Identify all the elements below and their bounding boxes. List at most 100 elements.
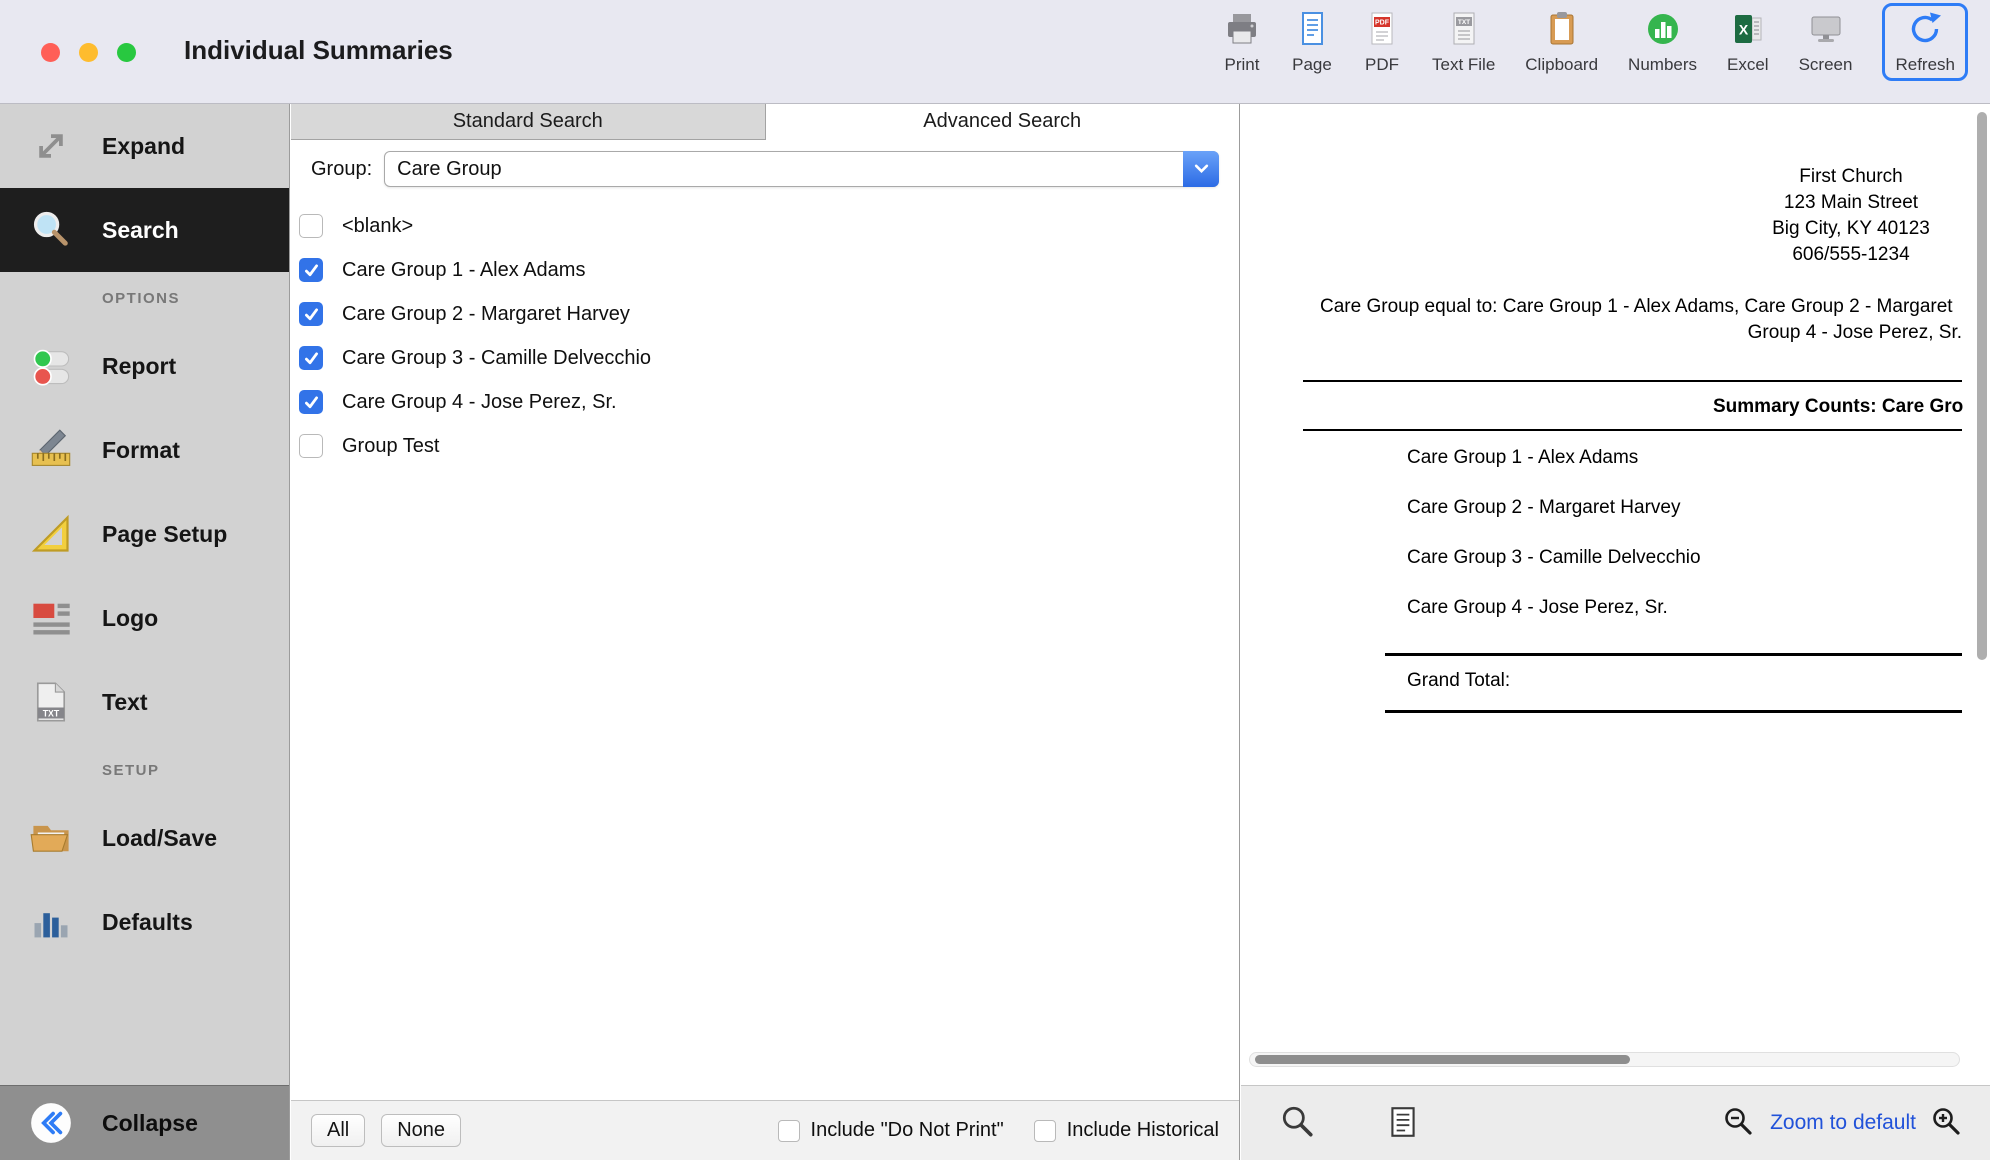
svg-text:TXT: TXT xyxy=(1457,19,1469,26)
tab-standard-search[interactable]: Standard Search xyxy=(291,104,766,140)
zoom-to-default-link[interactable]: Zoom to default xyxy=(1770,1111,1916,1135)
zoom-out-button[interactable] xyxy=(1722,1105,1756,1142)
sidebar-search-label: Search xyxy=(102,217,179,244)
none-button[interactable]: None xyxy=(381,1114,461,1147)
close-window-button[interactable] xyxy=(41,43,60,62)
sidebar-item-page-setup[interactable]: Page Setup xyxy=(0,492,289,576)
sidebar-format-label: Format xyxy=(102,437,180,464)
export-toolbar: Print Page PDF PDF TXT Text File Clipboa… xyxy=(1222,9,1968,81)
checkbox-checked[interactable] xyxy=(299,346,323,370)
footer-checkboxes: Include "Do Not Print" Include Historica… xyxy=(778,1119,1219,1142)
svg-text:PDF: PDF xyxy=(1375,20,1390,27)
pdf-button[interactable]: PDF PDF xyxy=(1362,9,1402,75)
expand-icon xyxy=(20,124,82,168)
checkbox-unchecked[interactable] xyxy=(1034,1120,1056,1142)
svg-text:X: X xyxy=(1739,22,1749,38)
report-divider xyxy=(1303,380,1962,382)
tab-advanced-search[interactable]: Advanced Search xyxy=(766,104,1240,140)
checkbox-unchecked[interactable] xyxy=(299,214,323,238)
txt-page-icon: TXT xyxy=(20,680,82,724)
vertical-scrollbar-thumb[interactable] xyxy=(1977,112,1987,660)
refresh-button[interactable]: Refresh xyxy=(1882,3,1968,81)
report-criteria-line2: Group 4 - Jose Perez, Sr. xyxy=(1241,322,1962,344)
group-dropdown[interactable]: Care Group xyxy=(384,151,1219,187)
search-footer: All None Include "Do Not Print" Include … xyxy=(291,1100,1239,1160)
checkbox-checked[interactable] xyxy=(299,390,323,414)
preview-footer: Zoom to default xyxy=(1241,1085,1990,1160)
sidebar-item-format[interactable]: Format xyxy=(0,408,289,492)
zoom-in-button[interactable] xyxy=(1930,1105,1964,1142)
magnifier-tool-button[interactable] xyxy=(1279,1104,1315,1143)
sidebar-item-text[interactable]: TXT Text xyxy=(0,660,289,744)
excel-icon: X xyxy=(1728,9,1768,52)
report-section-title: Summary Counts: Care Gro xyxy=(1713,396,1963,418)
include-historical-option[interactable]: Include Historical xyxy=(1034,1119,1219,1142)
bar-chart-icon xyxy=(20,900,82,944)
zoom-window-button[interactable] xyxy=(117,43,136,62)
option-row-care-group-3[interactable]: Care Group 3 - Camille Delvecchio xyxy=(291,336,1239,380)
group-row: Group: Care Group xyxy=(291,140,1239,198)
page-view-button[interactable] xyxy=(1385,1104,1421,1143)
option-row-care-group-2[interactable]: Care Group 2 - Margaret Harvey xyxy=(291,292,1239,336)
numbers-icon xyxy=(1643,9,1683,52)
clipboard-label: Clipboard xyxy=(1525,55,1598,75)
format-ruler-icon xyxy=(20,428,82,472)
numbers-button[interactable]: Numbers xyxy=(1628,9,1697,75)
sidebar-load-save-label: Load/Save xyxy=(102,825,217,852)
report-row: Care Group 2 - Margaret Harvey xyxy=(1407,497,1681,519)
include-historical-label: Include Historical xyxy=(1067,1119,1219,1142)
minimize-window-button[interactable] xyxy=(79,43,98,62)
sidebar-item-expand[interactable]: Expand xyxy=(0,104,289,188)
include-do-not-print-option[interactable]: Include "Do Not Print" xyxy=(778,1119,1004,1142)
sidebar-collapse[interactable]: Collapse xyxy=(0,1085,289,1160)
checkbox-checked[interactable] xyxy=(299,258,323,282)
sidebar-item-report[interactable]: Report xyxy=(0,324,289,408)
excel-button[interactable]: X Excel xyxy=(1727,9,1769,75)
sidebar-text-label: Text xyxy=(102,689,148,716)
clipboard-button[interactable]: Clipboard xyxy=(1525,9,1598,75)
checkbox-unchecked[interactable] xyxy=(299,434,323,458)
screen-button[interactable]: Screen xyxy=(1799,9,1853,75)
text-file-button[interactable]: TXT Text File xyxy=(1432,9,1495,75)
print-button[interactable]: Print xyxy=(1222,9,1262,75)
report-divider xyxy=(1303,429,1962,431)
option-row-care-group-4[interactable]: Care Group 4 - Jose Perez, Sr. xyxy=(291,380,1239,424)
checkbox-unchecked[interactable] xyxy=(778,1120,800,1142)
option-row-group-test[interactable]: Group Test xyxy=(291,424,1239,468)
sidebar-options-header: OPTIONS xyxy=(0,272,289,324)
zoom-in-icon xyxy=(1930,1105,1964,1142)
option-row-care-group-1[interactable]: Care Group 1 - Alex Adams xyxy=(291,248,1239,292)
screen-label: Screen xyxy=(1799,55,1853,75)
search-panel: Standard Search Advanced Search Group: C… xyxy=(291,104,1240,1160)
sidebar-item-logo[interactable]: Logo xyxy=(0,576,289,660)
zoom-controls: Zoom to default xyxy=(1722,1105,1964,1142)
report-row: Care Group 1 - Alex Adams xyxy=(1407,447,1638,469)
numbers-label: Numbers xyxy=(1628,55,1697,75)
screen-icon xyxy=(1806,9,1846,52)
sidebar-item-load-save[interactable]: Load/Save xyxy=(0,796,289,880)
svg-text:TXT: TXT xyxy=(43,708,60,718)
sidebar-collapse-label: Collapse xyxy=(102,1110,198,1137)
page-button[interactable]: Page xyxy=(1292,9,1332,75)
option-label: Care Group 1 - Alex Adams xyxy=(342,259,585,282)
sidebar-item-search[interactable]: Search xyxy=(0,188,289,272)
grand-total-label: Grand Total: xyxy=(1407,670,1510,692)
report-total-divider xyxy=(1385,710,1962,713)
sidebar-item-defaults[interactable]: Defaults xyxy=(0,880,289,964)
report-total-divider xyxy=(1385,653,1962,656)
address-line: 123 Main Street xyxy=(1701,190,1990,216)
excel-label: Excel xyxy=(1727,55,1769,75)
sidebar-setup-header: SETUP xyxy=(0,744,289,796)
text-file-icon: TXT xyxy=(1444,9,1484,52)
option-label: Care Group 3 - Camille Delvecchio xyxy=(342,347,651,370)
group-dropdown-button[interactable] xyxy=(1183,151,1219,187)
option-row-blank[interactable]: <blank> xyxy=(291,204,1239,248)
title-bar: Individual Summaries Print Page PDF PDF … xyxy=(0,0,1990,104)
sidebar-expand-label: Expand xyxy=(102,133,185,160)
checkbox-checked[interactable] xyxy=(299,302,323,326)
all-button[interactable]: All xyxy=(311,1114,365,1147)
report-criteria-line1: Care Group equal to: Care Group 1 - Alex… xyxy=(1320,296,1953,318)
horizontal-scrollbar-thumb[interactable] xyxy=(1255,1055,1630,1064)
horizontal-scrollbar[interactable] xyxy=(1249,1052,1960,1067)
group-label: Group: xyxy=(311,158,372,181)
